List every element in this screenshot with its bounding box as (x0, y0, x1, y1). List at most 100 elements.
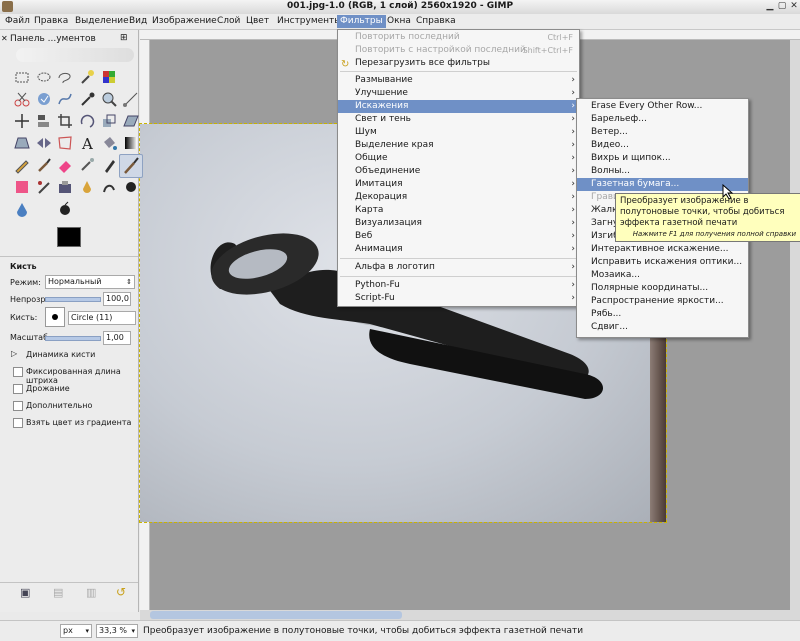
restore-options-icon[interactable]: ▤ (53, 586, 63, 599)
opacity-input[interactable]: 100,0 (103, 292, 131, 306)
dodge-burn-icon[interactable] (122, 178, 140, 196)
menu-filters[interactable]: Фильтры (337, 15, 386, 28)
crop-icon[interactable] (56, 112, 74, 130)
foreground-color-swatch[interactable] (57, 227, 81, 247)
ink-icon[interactable] (100, 156, 118, 174)
menu-help[interactable]: Справка (413, 15, 459, 28)
menu-item-reload-filters[interactable]: ↻ Перезагрузить все фильтры (338, 57, 579, 70)
color-select-icon[interactable] (100, 68, 118, 86)
rect-select-icon[interactable] (13, 68, 31, 86)
menu-item-render[interactable]: Визуализация › (338, 217, 579, 230)
menu-item-repeat-last[interactable]: Повторить последний Ctrl+F (338, 31, 579, 44)
menu-item-wind[interactable]: Ветер... (577, 126, 748, 139)
dodge-icon[interactable] (13, 200, 31, 218)
menu-item-script-fu[interactable]: Script-Fu › (338, 292, 579, 305)
menu-item-lens-distortion[interactable]: Исправить искажения оптики... (577, 256, 748, 269)
shear-icon[interactable] (122, 112, 140, 130)
ellipse-select-icon[interactable] (35, 68, 53, 86)
airbrush-icon[interactable] (78, 156, 96, 174)
menu-item-alpha-to-logo[interactable]: Альфа в логотип › (338, 261, 579, 274)
scissors-icon[interactable] (13, 90, 31, 108)
menu-item-distorts[interactable]: Искажения › (338, 100, 579, 113)
menu-edit[interactable]: Правка (31, 15, 71, 28)
scrollbar-thumb[interactable] (150, 611, 402, 619)
menu-color[interactable]: Цвет (243, 15, 272, 28)
menu-item-reshow-last[interactable]: Повторить с настройкой последний Shift+Ct… (338, 44, 579, 57)
cage-icon[interactable] (56, 134, 74, 152)
color-picker-icon[interactable] (78, 90, 96, 108)
menu-view[interactable]: Вид (126, 15, 150, 28)
menu-select[interactable]: Выделение (72, 15, 132, 28)
brush-preview[interactable] (45, 307, 65, 327)
maximize-icon[interactable]: ▢ (776, 1, 788, 12)
zoom-icon[interactable] (100, 90, 118, 108)
unit-select[interactable]: px ▾ (60, 624, 92, 638)
fixed-stroke-checkbox[interactable] (13, 367, 23, 377)
reset-options-icon[interactable]: ↺ (116, 585, 126, 599)
menu-item-waves[interactable]: Волны... (577, 165, 748, 178)
close-icon[interactable]: ✕ (788, 1, 800, 12)
brush-icon[interactable] (35, 156, 53, 174)
menu-item-shift[interactable]: Сдвиг... (577, 321, 748, 334)
smudge-icon[interactable] (100, 178, 118, 196)
clone-icon[interactable] (13, 178, 31, 196)
scale-slider[interactable] (45, 336, 101, 341)
paths-icon[interactable] (56, 90, 74, 108)
dynamics-label[interactable]: Динамика кисти (26, 350, 95, 359)
zoom-select[interactable]: 33,3 % ▾ (96, 624, 138, 638)
menu-item-polar-coords[interactable]: Полярные координаты... (577, 282, 748, 295)
menu-item-artistic[interactable]: Имитация › (338, 178, 579, 191)
menu-item-python-fu[interactable]: Python-Fu › (338, 279, 579, 292)
menu-item-whirl-pinch[interactable]: Вихрь и щипок... (577, 152, 748, 165)
delete-options-icon[interactable]: ▥ (86, 586, 96, 599)
menu-item-ripple[interactable]: Рябь... (577, 308, 748, 321)
paintbrush-tool-active-icon[interactable] (119, 154, 143, 178)
flip-icon[interactable] (35, 134, 53, 152)
mode-select[interactable]: Нормальный ⇕ (45, 275, 135, 289)
lasso-icon[interactable] (56, 68, 74, 86)
menu-item-light-shadow[interactable]: Свет и тень › (338, 113, 579, 126)
menu-item-iwarp[interactable]: Интерактивное искажение... (577, 243, 748, 256)
menu-image[interactable]: Изображение (149, 15, 220, 28)
burn-icon[interactable] (56, 200, 74, 218)
menu-item-decor[interactable]: Декорация › (338, 191, 579, 204)
menu-windows[interactable]: Окна (384, 15, 414, 28)
opacity-slider[interactable] (45, 297, 101, 302)
jitter-checkbox[interactable] (13, 384, 23, 394)
blur-icon[interactable] (78, 178, 96, 196)
brush-name-field[interactable]: Circle (11) (68, 311, 136, 325)
panel-menu-icon[interactable]: ⊞ (120, 33, 128, 43)
menu-item-edge-detect[interactable]: Выделение края › (338, 139, 579, 152)
menu-tools[interactable]: Инструменты (274, 15, 344, 28)
incremental-checkbox[interactable] (13, 401, 23, 411)
menu-layer[interactable]: Слой (214, 15, 243, 28)
measure-icon[interactable] (122, 90, 140, 108)
foreground-select-icon[interactable] (35, 90, 53, 108)
minimize-icon[interactable]: ▁ (764, 1, 776, 12)
menu-item-noise[interactable]: Шум › (338, 126, 579, 139)
heal-icon[interactable] (35, 178, 53, 196)
menu-item-map[interactable]: Карта › (338, 204, 579, 217)
menu-item-generic[interactable]: Общие › (338, 152, 579, 165)
move-icon[interactable] (13, 112, 31, 130)
scale-icon[interactable] (100, 112, 118, 130)
menu-file[interactable]: Файл (2, 15, 33, 28)
scale-input[interactable]: 1,00 (103, 331, 131, 345)
menu-item-enhance[interactable]: Улучшение › (338, 87, 579, 100)
menu-item-emboss[interactable]: Барельеф... (577, 113, 748, 126)
menu-item-value-propagate[interactable]: Распространение яркости... (577, 295, 748, 308)
save-options-icon[interactable]: ▣ (20, 586, 30, 599)
gradient-icon[interactable] (122, 134, 140, 152)
fuzzy-select-icon[interactable] (78, 68, 96, 86)
gradient-color-checkbox[interactable] (13, 418, 23, 428)
perspective-clone-icon[interactable] (56, 178, 74, 196)
menu-item-animation[interactable]: Анимация › (338, 243, 579, 256)
menu-item-video[interactable]: Видео... (577, 139, 748, 152)
menu-item-combine[interactable]: Объединение › (338, 165, 579, 178)
menu-item-web[interactable]: Веб › (338, 230, 579, 243)
panel-close-icon[interactable]: ✕ (1, 34, 8, 43)
bucket-fill-icon[interactable] (100, 134, 118, 152)
expander-icon[interactable]: ▷ (11, 349, 17, 358)
pencil-icon[interactable] (13, 156, 31, 174)
text-icon[interactable]: A (78, 134, 96, 153)
